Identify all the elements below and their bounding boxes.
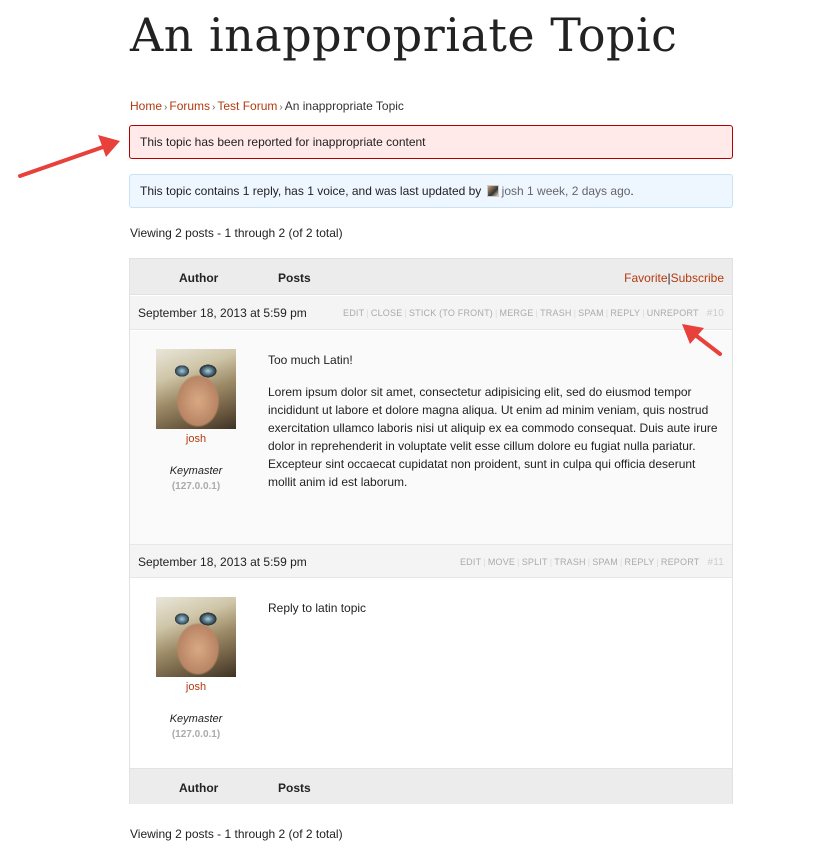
post-permalink[interactable]: #11 [707,557,724,568]
author-name-link[interactable]: josh [156,681,236,693]
footer-author: Author [179,781,219,795]
reply-body: josh Keymaster (127.0.0.1) Reply to lati… [130,579,732,768]
reply-content: Reply to latin topic [268,599,718,617]
split-link[interactable]: Split [522,557,548,567]
mini-avatar [486,185,499,197]
last-updated-time[interactable]: 1 week, 2 days ago [527,184,630,198]
move-link[interactable]: Move [488,557,515,567]
report-link[interactable]: Report [661,557,700,567]
table-header: Author Posts Favorite|Subscribe [130,259,732,295]
post-permalink[interactable]: #10 [707,308,724,319]
trash-link[interactable]: Trash [554,557,586,567]
topic-replies: Author Posts Favorite|Subscribe Septembe… [129,258,733,804]
table-footer: Author Posts [130,768,732,804]
subscribe-link[interactable]: Subscribe [671,271,724,285]
stick-link[interactable]: Stick (to front) [409,308,493,318]
author-ip: (127.0.0.1) [171,729,221,740]
reply-content: Too much Latin! Lorem ipsum dolor sit am… [268,351,718,491]
last-updated-author[interactable]: josh [502,184,524,198]
reply-date: September 18, 2013 at 5:59 pm [138,555,307,569]
unreport-link[interactable]: Unreport [647,308,699,318]
reply-date: September 18, 2013 at 5:59 pm [138,306,307,320]
breadcrumb-home[interactable]: Home [130,99,162,113]
avatar[interactable] [156,349,236,429]
reply-header: September 18, 2013 at 5:59 pm Edit | Close… [130,296,732,330]
trash-link[interactable]: Trash [540,308,572,318]
header-author: Author [179,271,219,285]
author-role: Keymaster [169,465,223,477]
author-name-link[interactable]: josh [156,433,236,445]
reply-author: josh Keymaster (127.0.0.1) [156,597,236,740]
merge-link[interactable]: Merge [500,308,534,318]
reply-link[interactable]: Reply [610,308,640,318]
pagination-count-bottom: Viewing 2 posts - 1 through 2 (of 2 tota… [130,827,343,841]
annotation-arrow-icon [18,135,120,178]
admin-links: Edit | Move | Split | Trash | Spam | Reply | Report #… [459,557,724,568]
footer-posts: Posts [278,781,311,795]
reply-body: josh Keymaster (127.0.0.1) Too much Lati… [130,331,732,544]
topic-info-period: . [630,184,634,198]
author-ip: (127.0.0.1) [171,481,221,492]
pagination-count-top: Viewing 2 posts - 1 through 2 (of 2 tota… [130,226,343,240]
topic-info-text: This topic contains 1 reply, has 1 voice… [140,184,482,198]
breadcrumb-separator: › [279,102,283,113]
reply-link[interactable]: Reply [625,557,655,567]
topic-actions: Favorite|Subscribe [624,271,724,285]
breadcrumb-test-forum[interactable]: Test Forum [217,99,277,113]
admin-links: Edit | Close | Stick (to front) | Merge | Trash |… [343,308,724,319]
edit-link[interactable]: Edit [460,557,481,567]
reply-paragraph: Lorem ipsum dolor sit amet, consectetur … [268,385,718,489]
favorite-link[interactable]: Favorite [624,271,667,285]
avatar[interactable] [156,597,236,677]
spam-link[interactable]: Spam [592,557,618,567]
breadcrumb-separator: › [212,102,216,113]
breadcrumb: Home › Forums › Test Forum › An inappropriate … [130,99,404,113]
topic-info-notice: This topic contains 1 reply, has 1 voice… [129,174,733,208]
header-posts: Posts [278,271,311,285]
reply-author: josh Keymaster (127.0.0.1) [156,349,236,492]
breadcrumb-current: An inappropriate Topic [284,99,404,113]
reply-paragraph: Reply to latin topic [268,601,367,615]
spam-link[interactable]: Spam [578,308,604,318]
reply-paragraph: Too much Latin! [268,353,353,367]
edit-link[interactable]: Edit [343,308,364,318]
reply-header: September 18, 2013 at 5:59 pm Edit | Move |… [130,544,732,578]
breadcrumb-forums[interactable]: Forums [169,99,210,113]
page-title: An inappropriate Topic [130,8,678,62]
breadcrumb-separator: › [164,102,168,113]
reported-notice: This topic has been reported for inappro… [129,125,733,159]
close-link[interactable]: Close [371,308,403,318]
author-role: Keymaster [169,713,223,725]
